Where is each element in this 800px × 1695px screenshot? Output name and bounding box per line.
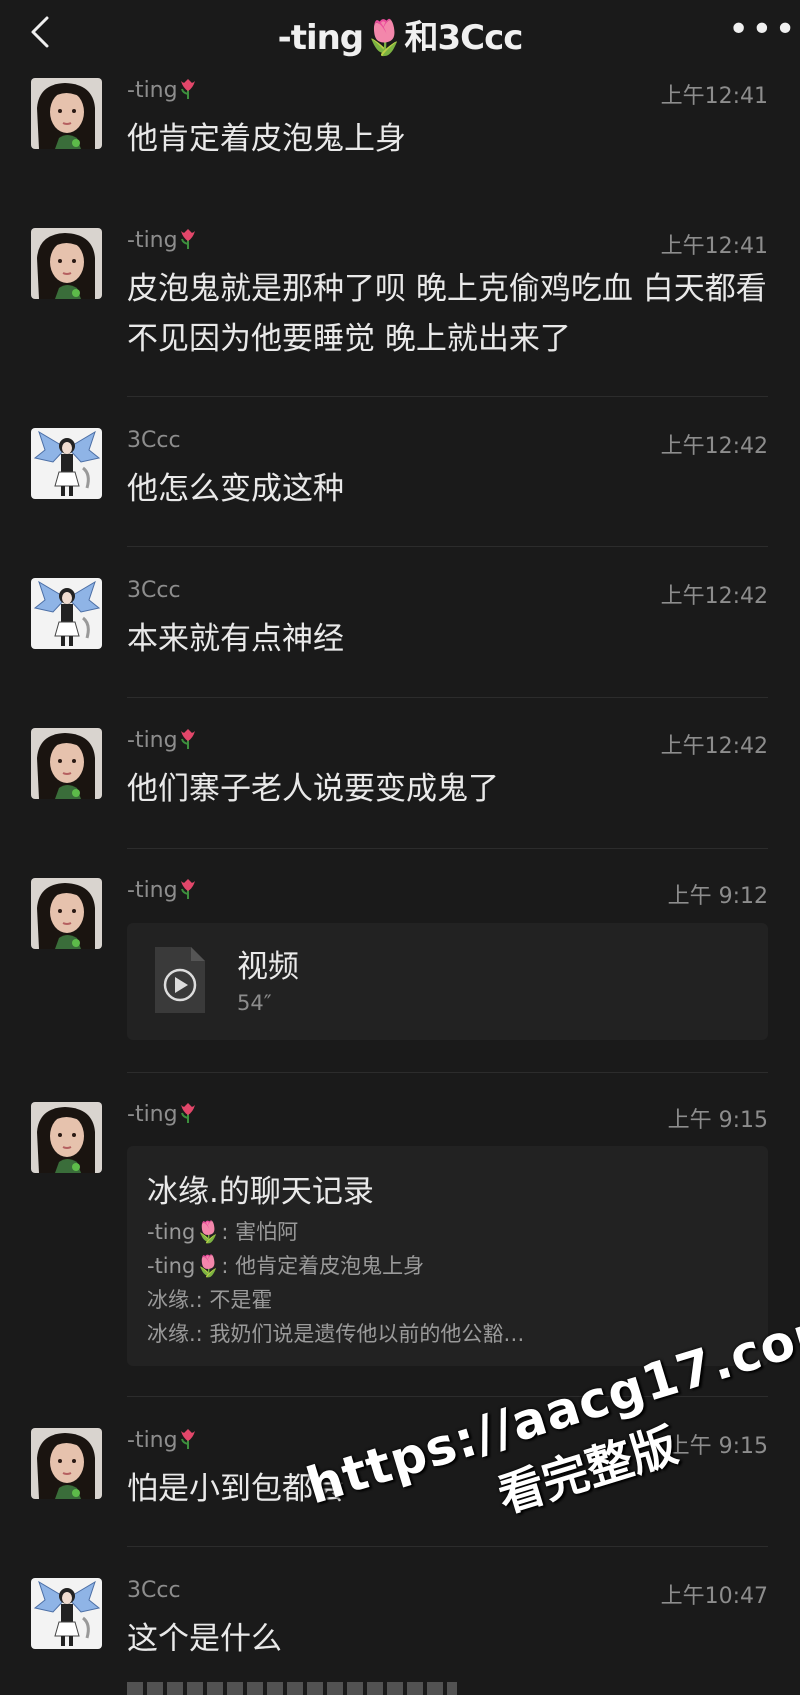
message-time: 上午12:41 — [660, 84, 768, 109]
sender-name: -ting — [127, 1102, 198, 1127]
message-time: 上午12:42 — [660, 734, 768, 759]
avatar[interactable] — [31, 578, 102, 649]
message-text[interactable]: 他们寨子老人说要变成鬼了 — [127, 764, 772, 814]
message-text[interactable]: 他肯定着皮泡鬼上身 — [127, 114, 772, 164]
video-title: 视频 — [237, 949, 299, 985]
chat-record-line: -ting🌷: 害怕阿 — [147, 1220, 299, 1244]
message-time: 上午 9:15 — [667, 1108, 768, 1133]
chat-record-line: 冰缘.: 我奶们说是遗传他以前的他公豁… — [147, 1322, 525, 1346]
tulip-icon — [178, 878, 198, 900]
message-text[interactable]: 这个是什么 — [127, 1614, 772, 1664]
avatar[interactable] — [31, 1102, 102, 1173]
sender-name: 3Ccc — [127, 1578, 181, 1603]
sender-name: -ting — [127, 878, 198, 903]
divider — [127, 546, 768, 547]
chat-record-line: 冰缘.: 不是霍 — [147, 1288, 273, 1312]
avatar[interactable] — [31, 728, 102, 799]
chat-header: -ting🌷和3Ccc ••• — [0, 0, 800, 64]
video-card[interactable]: 视频 54″ — [127, 923, 768, 1040]
message-time: 上午12:41 — [660, 234, 768, 259]
message-item: -ting 上午12:42 他们寨子老人说要变成鬼了 — [0, 716, 800, 846]
divider — [127, 1072, 768, 1073]
sender-name: 3Ccc — [127, 428, 181, 453]
sender-name: -ting — [127, 1428, 198, 1453]
message-item: -ting 上午 9:12 视频 54″ — [0, 866, 800, 1066]
chat-title: -ting🌷和3Ccc — [277, 18, 524, 58]
avatar[interactable] — [31, 78, 102, 149]
message-text[interactable]: 他怎么变成这种 — [127, 464, 772, 514]
back-chevron-icon[interactable] — [22, 12, 62, 52]
avatar[interactable] — [31, 228, 102, 299]
divider — [127, 848, 768, 849]
message-time: 上午12:42 — [660, 434, 768, 459]
message-item: 3Ccc 上午10:47 这个是什么 — [0, 1566, 800, 1695]
more-dots-icon[interactable]: ••• — [728, 12, 796, 48]
message-item: -ting 上午12:41 他肯定着皮泡鬼上身 — [0, 66, 800, 200]
message-time: 上午10:47 — [660, 1584, 768, 1609]
message-time: 上午12:42 — [660, 584, 768, 609]
message-item: -ting 上午 9:15 冰缘.的聊天记录 -ting🌷: 害怕阿 -ting… — [0, 1090, 800, 1380]
tulip-icon — [178, 1428, 198, 1450]
sender-name: 3Ccc — [127, 578, 181, 603]
chat-record-line: -ting🌷: 他肯定着皮泡鬼上身 — [147, 1254, 425, 1278]
sender-name: -ting — [127, 728, 198, 753]
message-item: -ting 上午12:41 皮泡鬼就是那种了呗 晚上克偷鸡吃血 白天都看不见因为… — [0, 216, 800, 396]
divider — [127, 396, 768, 397]
avatar[interactable] — [31, 1578, 102, 1649]
avatar[interactable] — [31, 1428, 102, 1499]
tulip-icon — [178, 228, 198, 250]
tulip-icon — [178, 1102, 198, 1124]
tulip-icon — [178, 728, 198, 750]
message-text[interactable]: 皮泡鬼就是那种了呗 晚上克偷鸡吃血 白天都看不见因为他要睡觉 晚上就出来了 — [127, 264, 772, 364]
avatar[interactable] — [31, 428, 102, 499]
message-text[interactable]: 本来就有点神经 — [127, 614, 772, 664]
video-file-icon — [155, 947, 205, 1013]
sender-name: -ting — [127, 78, 198, 103]
message-item: 3Ccc 上午12:42 本来就有点神经 — [0, 566, 800, 696]
divider — [127, 1546, 768, 1547]
message-time: 上午 9:12 — [667, 884, 768, 909]
sender-name: -ting — [127, 228, 198, 253]
chat-record-title: 冰缘.的聊天记录 — [147, 1174, 374, 1210]
message-item: 3Ccc 上午12:42 他怎么变成这种 — [0, 416, 800, 546]
tulip-icon — [178, 78, 198, 100]
video-duration: 54″ — [237, 991, 272, 1015]
divider — [127, 697, 768, 698]
avatar[interactable] — [31, 878, 102, 949]
chat-record-card[interactable]: 冰缘.的聊天记录 -ting🌷: 害怕阿 -ting🌷: 他肯定着皮泡鬼上身 冰… — [127, 1146, 768, 1366]
partial-message-text — [127, 1682, 457, 1695]
